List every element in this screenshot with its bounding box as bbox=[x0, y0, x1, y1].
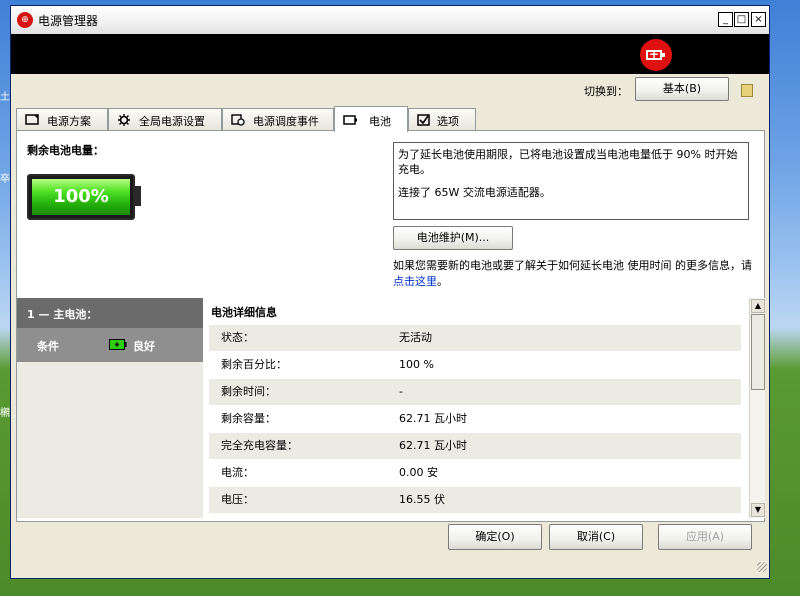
more-info-prefix: 如果您需要新的电池或要了解关于如何延长电池 使用时间 的更多信息，请 bbox=[393, 259, 752, 272]
ok-button[interactable]: 确定(O) bbox=[448, 524, 542, 550]
app-icon: ⊕ bbox=[17, 12, 33, 28]
more-info-suffix: 。 bbox=[437, 275, 448, 288]
tab-label: 选项 bbox=[437, 115, 459, 128]
row-label: 剩余容量： bbox=[221, 412, 276, 425]
row-value: - bbox=[399, 385, 403, 398]
details-scrollbar[interactable]: ▲ ▼ bbox=[749, 298, 765, 518]
table-row: 剩余时间： - bbox=[209, 379, 741, 405]
row-label: 完全充电容量： bbox=[221, 439, 298, 452]
table-row: 电压： 16.55 伏 bbox=[209, 487, 741, 513]
battery-list: 1 — 主电池： 条件 良好 bbox=[17, 298, 203, 518]
row-label: 电流： bbox=[221, 466, 254, 479]
apply-button: 应用(A) bbox=[658, 524, 752, 550]
cancel-button[interactable]: 取消(C) bbox=[549, 524, 643, 550]
battery-info-box: 为了延长电池使用期限，已将电池设置成当电池电量低于 90% 时开始充电。 连接了… bbox=[393, 142, 749, 220]
battery-terminal bbox=[135, 186, 141, 206]
title-bar: ⊕ 电源管理器 _ □ × bbox=[11, 6, 769, 35]
adapter-text: 连接了 65W 交流电源适配器。 bbox=[398, 186, 551, 199]
tab-options[interactable]: 选项 bbox=[408, 108, 476, 130]
desktop-label: 櫬 bbox=[0, 408, 10, 419]
row-label: 电压： bbox=[221, 493, 254, 506]
battery-list-header: 1 — 主电池： bbox=[17, 298, 203, 328]
power-manager-window: ⊕ 电源管理器 _ □ × + 切换到： 基本(B) 电源方案 全局电源设置 电… bbox=[10, 5, 770, 579]
monitor-icon bbox=[25, 114, 39, 125]
tab-power-schedule[interactable]: 电源调度事件 bbox=[222, 108, 334, 130]
desktop-label: 土 bbox=[0, 92, 10, 103]
condition-label: 条件 bbox=[37, 340, 59, 353]
battery-percent: 100% bbox=[53, 186, 109, 207]
details-title: 电池详细信息 bbox=[211, 306, 277, 319]
more-info-text: 如果您需要新的电池或要了解关于如何延长电池 使用时间 的更多信息，请 点击这里。 bbox=[393, 258, 753, 290]
desktop-label: 卒 bbox=[0, 174, 10, 185]
checkbox-icon bbox=[417, 114, 430, 126]
row-value: 无活动 bbox=[399, 331, 432, 344]
tab-label: 电池 bbox=[369, 115, 391, 128]
condition-value: 良好 bbox=[133, 340, 155, 353]
tab-power-plan[interactable]: 电源方案 bbox=[16, 108, 108, 130]
row-value: 16.55 伏 bbox=[399, 493, 445, 506]
basic-mode-button[interactable]: 基本(B) bbox=[635, 77, 729, 101]
table-row: 完全充电容量： 62.71 瓦小时 bbox=[209, 433, 741, 459]
scroll-up-icon[interactable]: ▲ bbox=[751, 299, 765, 313]
table-row: 剩余百分比： 100 % bbox=[209, 352, 741, 378]
clock-icon bbox=[231, 114, 245, 126]
scroll-down-icon[interactable]: ▼ bbox=[751, 503, 765, 517]
tab-battery[interactable]: 电池 bbox=[334, 106, 408, 132]
battery-gauge: 100% bbox=[27, 174, 135, 220]
remaining-battery-label: 剩余电池电量： bbox=[27, 144, 104, 157]
tab-global-settings[interactable]: 全局电源设置 bbox=[108, 108, 222, 130]
battery-icon bbox=[343, 115, 357, 125]
table-row: 状态： 无活动 bbox=[209, 325, 741, 351]
table-row: 剩余容量： 62.71 瓦小时 bbox=[209, 406, 741, 432]
charge-threshold-text: 为了延长电池使用期限，已将电池设置成当电池电量低于 90% 时开始充电。 bbox=[398, 148, 738, 176]
battery-good-icon bbox=[109, 339, 127, 350]
row-label: 剩余时间： bbox=[221, 385, 276, 398]
battery-maintenance-button[interactable]: 电池维护(M)... bbox=[393, 226, 513, 250]
scroll-thumb[interactable] bbox=[751, 314, 765, 390]
row-label: 剩余百分比： bbox=[221, 358, 287, 371]
tab-label: 电源方案 bbox=[47, 115, 91, 128]
click-here-link[interactable]: 点击这里 bbox=[393, 275, 437, 288]
switch-label: 切换到： bbox=[584, 85, 628, 98]
window-title: 电源管理器 bbox=[38, 14, 99, 28]
battery-list-item[interactable]: 条件 良好 bbox=[17, 328, 203, 362]
help-icon[interactable] bbox=[741, 84, 753, 97]
tab-label: 电源调度事件 bbox=[253, 115, 319, 128]
tab-label: 全局电源设置 bbox=[139, 115, 205, 128]
row-value: 62.71 瓦小时 bbox=[399, 439, 467, 452]
battery-brand-icon: + bbox=[640, 39, 672, 71]
minimize-button[interactable]: _ bbox=[718, 12, 733, 27]
resize-grip-icon[interactable] bbox=[757, 562, 767, 572]
maximize-button[interactable]: □ bbox=[734, 12, 749, 27]
battery-details: 电池详细信息 状态： 无活动 剩余百分比： 100 % 剩余时间： - 剩余容量… bbox=[203, 298, 749, 518]
main-battery-label: 1 — 主电池： bbox=[27, 308, 98, 321]
row-value: 0.00 安 bbox=[399, 466, 438, 479]
row-value: 62.71 瓦小时 bbox=[399, 412, 467, 425]
close-button[interactable]: × bbox=[751, 12, 766, 27]
gear-icon bbox=[118, 114, 130, 126]
row-value: 100 % bbox=[399, 358, 434, 371]
table-row: 电流： 0.00 安 bbox=[209, 460, 741, 486]
row-label: 状态： bbox=[221, 331, 254, 344]
